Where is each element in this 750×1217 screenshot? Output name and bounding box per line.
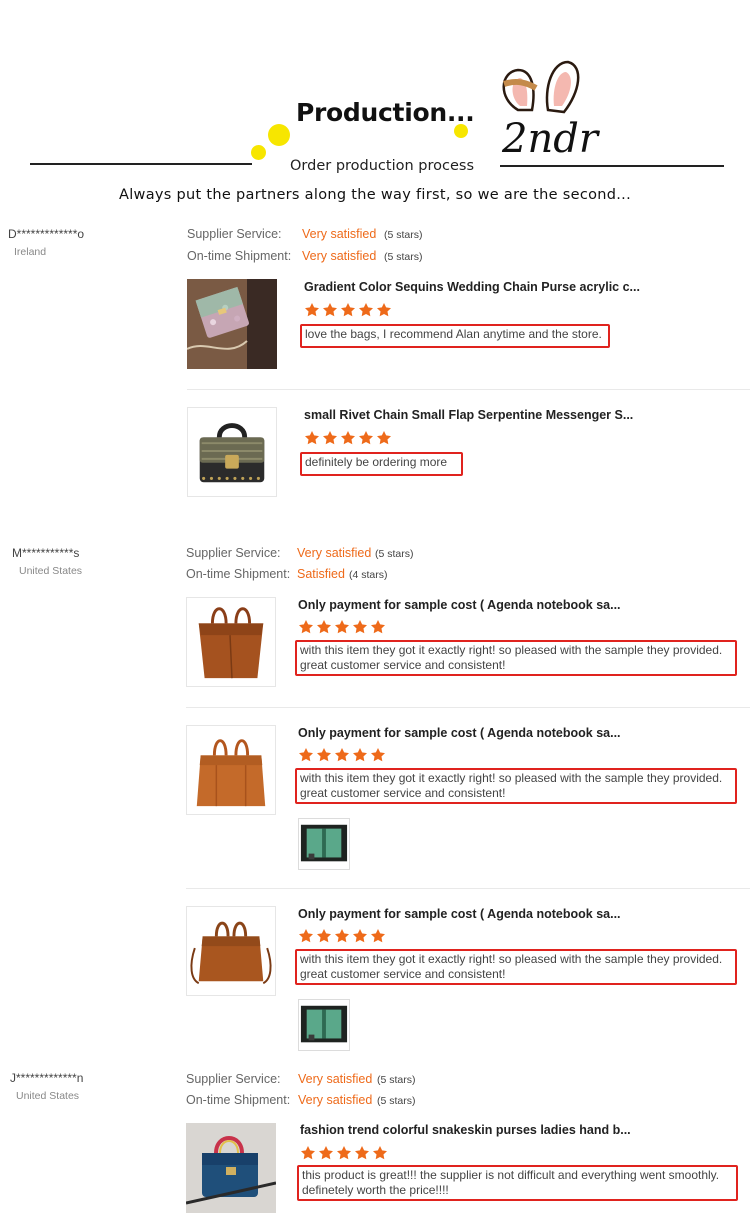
ontime-shipment-stars: (5 stars) xyxy=(384,251,423,263)
supplier-service-rating: Very satisfied xyxy=(298,1072,373,1086)
review-comment: love the bags, I recommend Alan anytime … xyxy=(300,324,610,348)
ontime-shipment-rating: Satisfied xyxy=(297,567,345,581)
reviewer-name: D*************o xyxy=(8,227,85,241)
star-icon xyxy=(354,1145,370,1161)
product-image-sequin-purse[interactable] xyxy=(187,279,277,369)
star-icon xyxy=(316,747,332,763)
supplier-service-stars: (5 stars) xyxy=(384,229,423,241)
ontime-shipment-label: On-time Shipment: xyxy=(186,567,291,581)
review-comment: this product is great!!! the supplier is… xyxy=(297,1165,738,1201)
reviewer-country: Ireland xyxy=(14,246,47,258)
star-icon xyxy=(298,928,314,944)
yellow-dot-decoration xyxy=(251,145,266,160)
ontime-shipment-label: On-time Shipment: xyxy=(186,1093,291,1107)
page-subtitle: Order production process xyxy=(290,158,475,174)
star-icon xyxy=(334,747,350,763)
ontime-shipment-rating: Very satisfied xyxy=(302,249,377,263)
star-icon xyxy=(318,1145,334,1161)
supplier-service-label: Supplier Service: xyxy=(186,1072,281,1086)
product-image-brown-tote[interactable] xyxy=(186,906,276,996)
yellow-dot-decoration xyxy=(268,124,290,146)
star-icon xyxy=(370,747,386,763)
product-image-snakeskin-handbag[interactable] xyxy=(186,1123,276,1213)
review-photo-thumbnail[interactable] xyxy=(298,818,350,870)
star-icon xyxy=(322,430,338,446)
review-comment: with this item they got it exactly right… xyxy=(295,949,737,985)
bunny-ears-logo: 2ndr xyxy=(501,60,601,162)
product-star-rating xyxy=(298,747,386,763)
star-icon xyxy=(316,619,332,635)
star-icon xyxy=(298,747,314,763)
item-separator xyxy=(186,888,750,889)
star-icon xyxy=(352,928,368,944)
ontime-shipment-stars: (4 stars) xyxy=(349,569,388,581)
item-separator xyxy=(186,707,750,708)
star-icon xyxy=(352,619,368,635)
star-icon xyxy=(340,302,356,318)
star-icon xyxy=(370,619,386,635)
supplier-service-stars: (5 stars) xyxy=(377,1074,416,1086)
star-icon xyxy=(316,928,332,944)
star-icon xyxy=(340,430,356,446)
tagline: Always put the partners along the way fi… xyxy=(118,187,631,203)
item-separator xyxy=(187,389,750,390)
reviewer-country: United States xyxy=(16,1090,80,1102)
product-title[interactable]: Only payment for sample cost ( Agenda no… xyxy=(298,598,621,612)
product-image-rivet-bag[interactable] xyxy=(187,407,277,497)
logo-text: 2ndr xyxy=(501,116,601,162)
star-icon xyxy=(322,302,338,318)
supplier-service-rating: Very satisfied xyxy=(297,546,372,560)
star-icon xyxy=(298,619,314,635)
product-star-rating xyxy=(298,619,386,635)
supplier-service-label: Supplier Service: xyxy=(186,546,281,560)
product-star-rating xyxy=(304,302,392,318)
page-header: Production... Order production process A… xyxy=(0,0,750,215)
star-icon xyxy=(300,1145,316,1161)
ontime-shipment-rating: Very satisfied xyxy=(298,1093,373,1107)
supplier-service-rating: Very satisfied xyxy=(302,227,377,241)
reviewer-country: United States xyxy=(19,565,83,577)
product-title[interactable]: Only payment for sample cost ( Agenda no… xyxy=(298,726,621,740)
review-comment: with this item they got it exactly right… xyxy=(295,640,737,676)
divider-line xyxy=(30,163,252,165)
star-icon xyxy=(376,430,392,446)
review-comment: with this item they got it exactly right… xyxy=(295,768,737,804)
ontime-shipment-stars: (5 stars) xyxy=(377,1095,416,1107)
product-image-brown-tote[interactable] xyxy=(186,597,276,687)
star-icon xyxy=(334,619,350,635)
star-icon xyxy=(352,747,368,763)
product-star-rating xyxy=(304,430,392,446)
star-icon xyxy=(370,928,386,944)
supplier-service-stars: (5 stars) xyxy=(375,548,414,560)
product-title[interactable]: Only payment for sample cost ( Agenda no… xyxy=(298,907,621,921)
review-comment: definitely be ordering more xyxy=(300,452,463,476)
product-title[interactable]: fashion trend colorful snakeskin purses … xyxy=(300,1123,631,1137)
product-star-rating xyxy=(298,928,386,944)
star-icon xyxy=(358,430,374,446)
product-star-rating xyxy=(300,1145,388,1161)
product-title[interactable]: Gradient Color Sequins Wedding Chain Pur… xyxy=(304,280,640,294)
star-icon xyxy=(334,928,350,944)
ontime-shipment-label: On-time Shipment: xyxy=(187,249,292,263)
star-icon xyxy=(304,302,320,318)
reviewer-name: J*************n xyxy=(10,1071,84,1085)
supplier-service-label: Supplier Service: xyxy=(187,227,282,241)
product-title[interactable]: small Rivet Chain Small Flap Serpentine … xyxy=(304,408,633,422)
star-icon xyxy=(304,430,320,446)
star-icon xyxy=(336,1145,352,1161)
reviewer-name: M***********s xyxy=(12,546,80,560)
star-icon xyxy=(358,302,374,318)
product-image-brown-tote[interactable] xyxy=(186,725,276,815)
review-photo-thumbnail[interactable] xyxy=(298,999,350,1051)
star-icon xyxy=(376,302,392,318)
star-icon xyxy=(372,1145,388,1161)
page-title: Production... xyxy=(296,98,475,127)
